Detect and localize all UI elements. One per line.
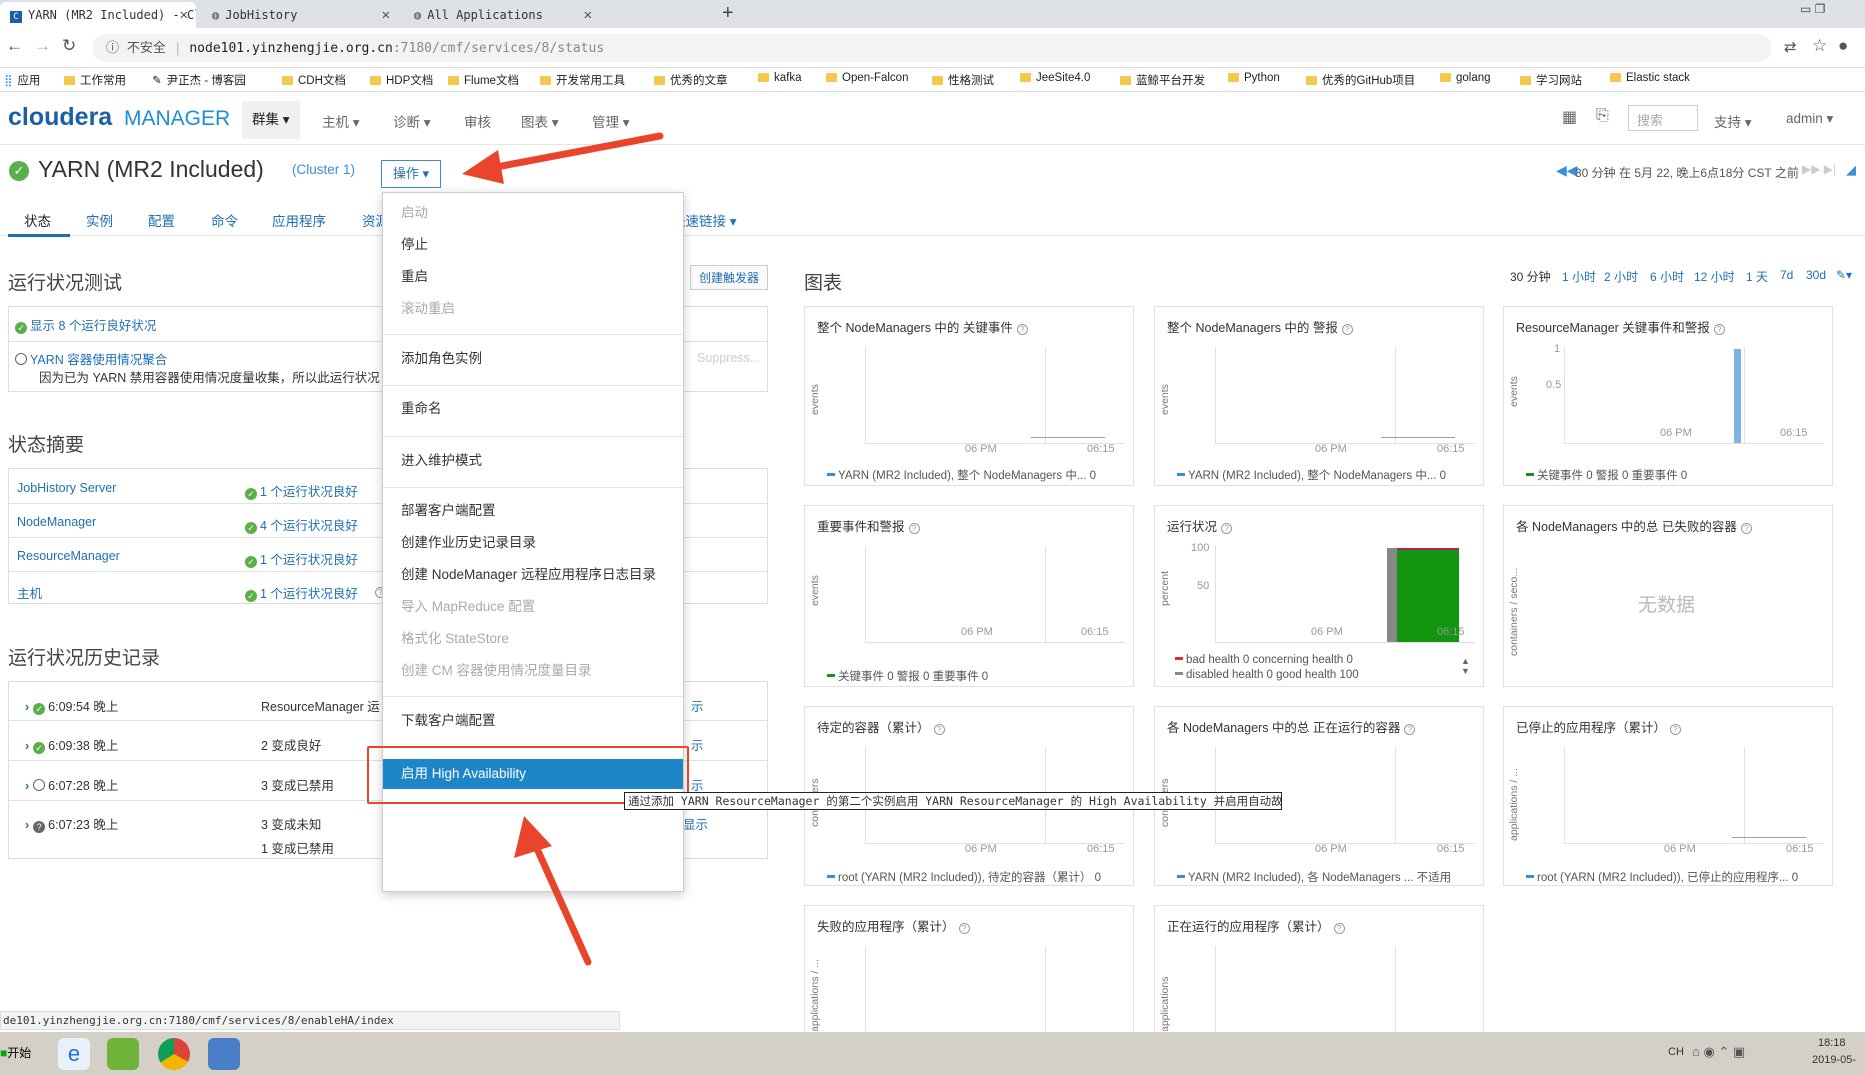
arrow-shaft (530, 838, 592, 966)
annotation-arrows (462, 132, 664, 966)
clock-time: 18:18 (1818, 1037, 1846, 1049)
lang-indicator[interactable]: CH (1668, 1046, 1684, 1058)
vsphere-icon[interactable] (107, 1038, 139, 1070)
arrow-head (462, 150, 504, 184)
arrow-head (514, 816, 552, 858)
clock-date: 2019-05- (1812, 1054, 1857, 1066)
notes-icon[interactable] (208, 1038, 240, 1070)
ie-icon[interactable]: e (58, 1038, 90, 1070)
start-button[interactable]: ■开始 (0, 1044, 31, 1061)
chrome-icon[interactable] (158, 1038, 190, 1070)
tray-icons[interactable]: ⌂ ◉ ⌃ ▣ (1692, 1044, 1745, 1060)
taskbar: ■开始 e CH ⌂ ◉ ⌃ ▣ 18:18 2019-05- (0, 1031, 1865, 1075)
arrow-shaft (482, 132, 664, 173)
status-bar-url: de101.yinzhengjie.org.cn:7180/cmf/servic… (0, 1011, 620, 1030)
